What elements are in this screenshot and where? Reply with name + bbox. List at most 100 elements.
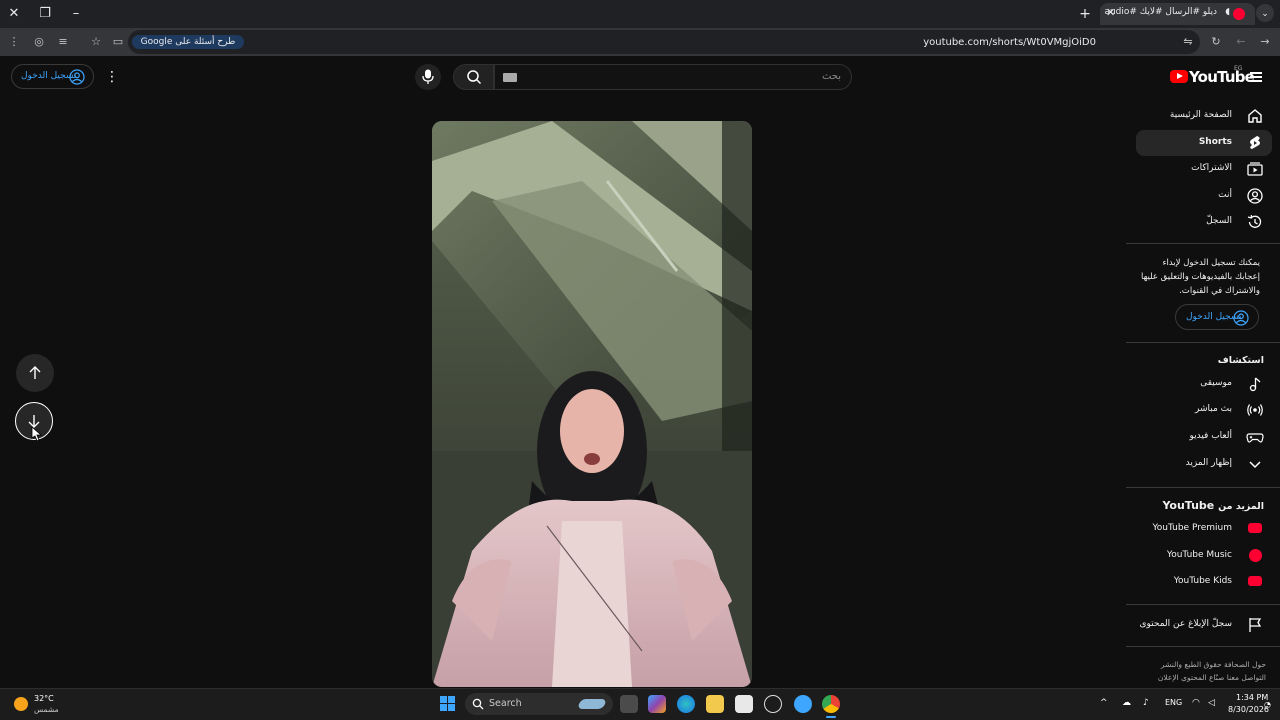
- cast-icon[interactable]: ▭: [110, 34, 126, 50]
- sidebar-item-label: الصفحة الرئيسية: [1169, 110, 1232, 120]
- logo-wordmark: YouTube: [1189, 68, 1255, 86]
- sidebar-divider: [1126, 487, 1280, 488]
- microphone-icon: [422, 69, 434, 84]
- windows-start-icon[interactable]: [440, 696, 456, 712]
- more-options-icon[interactable]: ⋮: [104, 68, 120, 86]
- sidebar-divider: [1126, 342, 1280, 343]
- more-title-prefix: المزيد من: [1218, 501, 1264, 512]
- file-explorer-icon[interactable]: [706, 695, 724, 713]
- sidebar-item-label: YouTube Premium: [1152, 523, 1232, 533]
- browser-tab[interactable]: ✕ ديلو #الرسال #لايك #audio ◖: [1100, 3, 1255, 25]
- close-window-icon[interactable]: ✕: [4, 4, 24, 24]
- youtube-play-icon: [1170, 70, 1188, 83]
- search-button[interactable]: [453, 64, 494, 90]
- clock-date[interactable]: 8/30/2026: [1228, 705, 1269, 714]
- weather-condition[interactable]: مشمس: [34, 705, 59, 714]
- sidebar-item-label: بث مباشر: [1195, 404, 1232, 414]
- sidebar-sign-in-button[interactable]: تسجيل الدخول: [1175, 304, 1259, 330]
- site-settings-icon[interactable]: ⇋: [1180, 34, 1196, 50]
- microphone-icon[interactable]: ♪: [1143, 698, 1149, 708]
- subscriptions-icon: [1247, 162, 1263, 176]
- language-indicator[interactable]: ENG: [1165, 698, 1182, 707]
- pinned-app-icon[interactable]: [794, 695, 812, 713]
- footer-line[interactable]: التواصل معنا صنّاع المحتوى الإعلان: [1140, 671, 1266, 684]
- weather-temperature[interactable]: 32°C: [34, 694, 54, 703]
- sidebar-divider: [1126, 604, 1280, 605]
- taskbar-search-box[interactable]: Search: [465, 693, 613, 715]
- reading-list-icon[interactable]: ≡: [55, 34, 71, 50]
- sidebar-item-you[interactable]: أنت: [1136, 183, 1272, 209]
- sun-icon[interactable]: [14, 697, 28, 711]
- sidebar-item-music[interactable]: موسيقى: [1136, 371, 1272, 397]
- back-icon[interactable]: →: [1257, 34, 1273, 50]
- reload-icon[interactable]: ↻: [1208, 34, 1224, 50]
- profile-icon[interactable]: ◎: [31, 34, 47, 50]
- home-icon: [1248, 109, 1262, 123]
- tab-title: ديلو #الرسال #لايك #audio: [1104, 7, 1217, 17]
- task-view-icon[interactable]: [620, 695, 638, 713]
- search-highlight-icon: [577, 699, 607, 709]
- sidebar-item-shorts[interactable]: Shorts: [1136, 130, 1272, 156]
- footer-line[interactable]: حول الصحافة حقوق الطبع والنشر: [1140, 658, 1266, 671]
- tab-search-chevron-icon[interactable]: ⌄: [1256, 4, 1274, 22]
- sidebar-item-home[interactable]: الصفحة الرئيسية: [1136, 103, 1272, 129]
- speaker-icon[interactable]: ◖: [1225, 7, 1230, 17]
- mouse-cursor-icon: [31, 426, 42, 442]
- sidebar-item-subscriptions[interactable]: الاشتراكات: [1136, 156, 1272, 182]
- account-circle-icon: [1233, 310, 1249, 326]
- copilot-icon[interactable]: [648, 695, 666, 713]
- chrome-icon[interactable]: [822, 695, 840, 713]
- sidebar-divider: [1126, 646, 1280, 647]
- sidebar-item-youtube-premium[interactable]: YouTube Premium: [1136, 516, 1272, 542]
- keyboard-icon[interactable]: [503, 73, 517, 82]
- restore-window-icon[interactable]: ❐: [35, 4, 55, 24]
- chevron-down-icon: [1249, 461, 1261, 469]
- sidebar-item-label: أنت: [1218, 190, 1232, 200]
- wifi-icon[interactable]: ◠: [1192, 698, 1200, 708]
- browser-title-bar: ✕ ❐ – + ✕ ديلو #الرسال #لايك #audio ◖ ⌄: [0, 0, 1280, 28]
- sidebar-item-live[interactable]: بث مباشر: [1136, 397, 1272, 423]
- previous-short-button[interactable]: [16, 354, 54, 392]
- sidebar-item-label: YouTube Kids: [1173, 576, 1232, 586]
- sidebar-item-label: ألعاب فيديو: [1189, 431, 1232, 441]
- new-tab-button[interactable]: +: [1075, 4, 1095, 24]
- sidebar-item-report-history[interactable]: سجلّ الإبلاغ عن المحتوى: [1136, 612, 1272, 638]
- sign-in-button[interactable]: تسجيل الدخول: [11, 64, 94, 89]
- sidebar-item-youtube-kids[interactable]: YouTube Kids: [1136, 569, 1272, 595]
- country-code: EG: [1234, 65, 1243, 72]
- sidebar-item-show-more[interactable]: إظهار المزيد: [1136, 451, 1272, 477]
- sidebar-item-history[interactable]: السجلّ: [1136, 209, 1272, 235]
- chrome-active-indicator: [826, 716, 836, 718]
- youtube-kids-icon: [1248, 576, 1262, 586]
- onedrive-icon[interactable]: ☁: [1122, 698, 1131, 708]
- microsoft-store-icon[interactable]: [735, 695, 753, 713]
- chevron-up-icon[interactable]: ^: [1100, 698, 1108, 708]
- shorts-video-player[interactable]: [432, 121, 752, 687]
- video-frame: [432, 121, 752, 687]
- sign-in-prompt-text: يمكنك تسجيل الدخول لإبداء إعجابك بالفيدي…: [1141, 258, 1260, 296]
- youtube-music-icon: [1249, 549, 1262, 562]
- forward-icon[interactable]: ←: [1233, 34, 1249, 50]
- search-icon: [467, 70, 482, 85]
- youtube-premium-icon: [1248, 523, 1262, 533]
- chatgpt-icon[interactable]: [764, 695, 782, 713]
- taskbar-search-label: Search: [489, 698, 522, 709]
- music-icon: [1249, 377, 1261, 392]
- menu-dots-icon[interactable]: ⋮: [6, 34, 22, 50]
- minimize-window-icon[interactable]: –: [66, 4, 86, 24]
- omnibox[interactable]: youtube.com/shorts/Wt0VMgjOiD0: [128, 30, 1200, 54]
- bookmark-star-icon[interactable]: ☆: [88, 34, 104, 50]
- voice-search-button[interactable]: [415, 64, 441, 90]
- volume-icon[interactable]: ◁: [1208, 698, 1215, 708]
- edge-browser-icon[interactable]: [677, 695, 695, 713]
- notification-bell-icon[interactable]: ◔: [1264, 700, 1271, 709]
- sidebar-item-label: إظهار المزيد: [1185, 458, 1232, 468]
- search-input[interactable]: بحث: [494, 64, 852, 90]
- you-icon: [1247, 188, 1263, 204]
- url-text[interactable]: youtube.com/shorts/Wt0VMgjOiD0: [923, 37, 1096, 48]
- explore-section-title: استكشاف: [1217, 355, 1264, 366]
- ask-google-chip[interactable]: طرح أسئلة على Google: [132, 35, 244, 49]
- sidebar-item-youtube-music[interactable]: YouTube Music: [1136, 543, 1272, 569]
- sidebar-item-gaming[interactable]: ألعاب فيديو: [1136, 424, 1272, 450]
- windows-taskbar: [0, 688, 1280, 720]
